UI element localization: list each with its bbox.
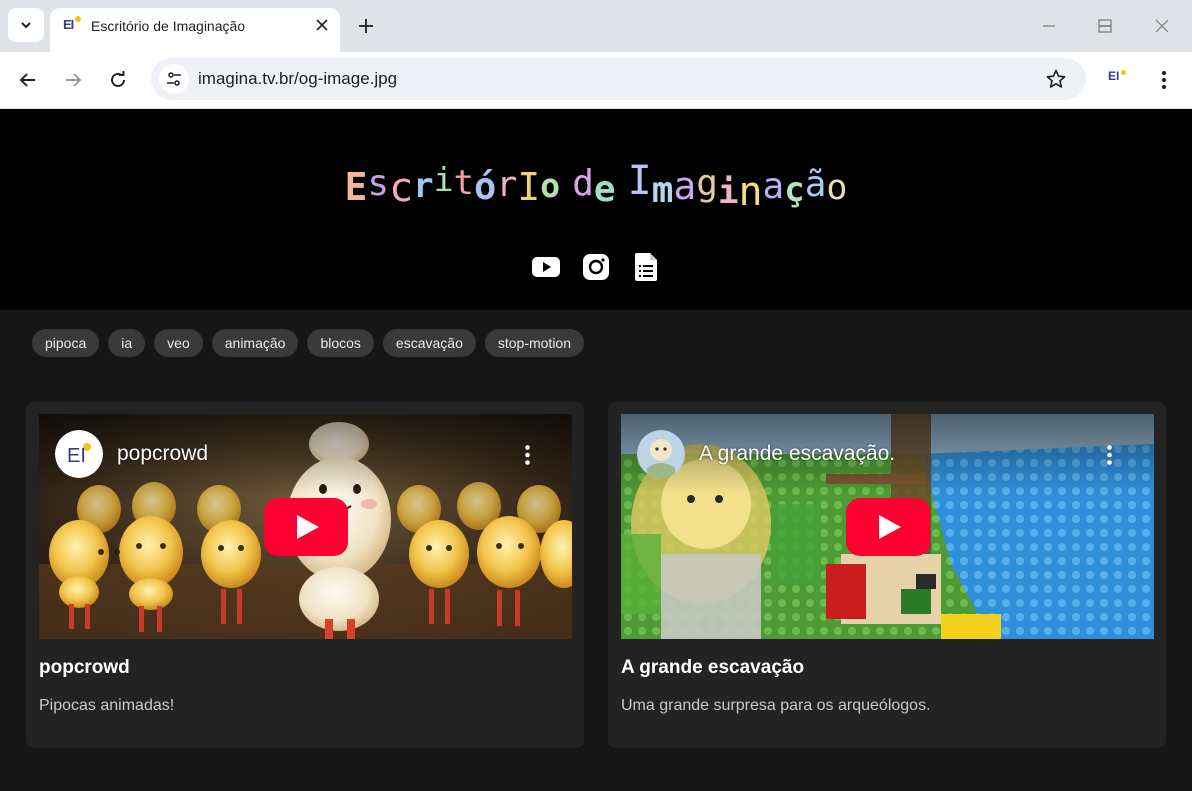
tag-chip[interactable]: stop-motion <box>484 329 585 357</box>
window-close-button[interactable] <box>1150 14 1174 38</box>
logo-letter: r <box>413 166 434 206</box>
logo-letter: ó <box>474 165 497 208</box>
tag-chip[interactable]: ia <box>108 329 146 357</box>
card-description: Pipocas animadas! <box>39 697 175 714</box>
channel-avatar[interactable] <box>637 430 685 478</box>
social-links <box>0 252 1192 282</box>
tune-icon <box>167 72 181 86</box>
card-title[interactable]: popcrowd <box>39 657 130 679</box>
arrow-right-icon <box>66 73 82 87</box>
arrow-left-icon <box>19 73 35 87</box>
bookmark-button[interactable] <box>1044 67 1068 91</box>
chevron-down-icon <box>21 22 31 29</box>
logo-letter: i <box>433 160 454 199</box>
card-title[interactable]: A grande escavação <box>621 657 804 679</box>
close-icon <box>316 19 328 31</box>
channel-avatar-text: EI <box>67 445 86 467</box>
tab-title: Escritório de Imaginação <box>91 18 246 34</box>
logo-letter: a <box>762 166 785 207</box>
minimize-button-alt[interactable] <box>1037 14 1061 38</box>
tag-chip[interactable]: veo <box>154 329 203 357</box>
address-bar[interactable]: imagina.tv.br/og-image.jpg <box>151 58 1086 100</box>
logo-letter: i <box>717 172 739 212</box>
favicon-text: EI <box>63 17 74 32</box>
browser-tab[interactable]: EI Escritório de Imaginação <box>50 8 340 52</box>
logo-letter: I <box>627 158 652 204</box>
instagram-link[interactable] <box>581 252 611 282</box>
page-content: EscritórIo de Imaginação pipoca ia veo anim… <box>0 109 1192 791</box>
tag-chip[interactable]: pipoca <box>32 329 100 357</box>
play-button[interactable] <box>264 498 348 556</box>
back-button[interactable] <box>14 66 42 94</box>
logo-letter: t <box>453 163 475 203</box>
logo-letter: n <box>738 169 763 215</box>
logo-letter: o <box>826 168 848 208</box>
tag-chip[interactable]: blocos <box>307 329 374 357</box>
tab-strip: EI Escritório de Imaginação <box>0 0 1192 52</box>
youtube-icon <box>532 257 560 277</box>
site-info-button[interactable] <box>159 64 189 94</box>
video-card-a-grande-escavacao[interactable]: A grande escavação. A grande escavação U… <box>608 402 1166 748</box>
video-title[interactable]: A grande escavação. <box>699 442 895 466</box>
video-title[interactable]: popcrowd <box>117 442 208 466</box>
kebab-menu-icon <box>524 445 530 465</box>
video-card-popcrowd[interactable]: EI popcrowd popcrowd Pipocas animadas! <box>26 402 584 748</box>
logo-letter: I <box>517 165 541 209</box>
extension-button[interactable]: EI <box>1108 69 1130 91</box>
new-tab-button[interactable] <box>354 14 378 38</box>
browser-toolbar: imagina.tv.br/og-image.jpg EI <box>0 52 1192 109</box>
site-logo[interactable]: EscritórIo de Imaginação <box>0 158 1192 215</box>
tab-favicon: EI <box>63 16 81 35</box>
logo-letter: ç <box>784 170 805 210</box>
logo-letter: e <box>593 169 616 210</box>
logo-letter <box>616 178 628 202</box>
tab-close-button[interactable] <box>312 15 332 35</box>
maximize-button[interactable] <box>1093 14 1117 38</box>
logo-letter: m <box>651 170 674 211</box>
tab-search-button[interactable] <box>8 8 44 42</box>
minimize-icon <box>1043 25 1055 27</box>
logo-letter: s <box>367 163 390 204</box>
logo-letter <box>560 178 572 202</box>
video-player[interactable]: A grande escavação. <box>621 414 1154 639</box>
forward-button[interactable] <box>59 66 87 94</box>
video-player[interactable]: EI popcrowd <box>39 414 572 639</box>
video-more-button[interactable] <box>517 442 537 468</box>
logo-letter: g <box>696 163 718 204</box>
logo-letter: ã <box>804 164 827 205</box>
reload-button[interactable] <box>104 66 132 94</box>
logo-letter: c <box>389 165 414 211</box>
maximize-icon <box>1098 19 1112 33</box>
close-icon <box>1155 19 1169 33</box>
kebab-menu-icon <box>1162 71 1166 89</box>
tag-chip[interactable]: animação <box>211 329 299 357</box>
extension-text: EI <box>1108 69 1120 83</box>
site-header: EscritórIo de Imaginação <box>0 109 1192 310</box>
logo-letter: o <box>540 166 561 205</box>
browser-menu-button[interactable] <box>1152 66 1176 94</box>
channel-avatar[interactable]: EI <box>55 430 103 478</box>
url-text: imagina.tv.br/og-image.jpg <box>198 69 398 88</box>
card-description: Uma grande surpresa para os arqueólogos. <box>621 697 931 714</box>
document-link[interactable] <box>631 252 661 282</box>
logo-letter: E <box>344 165 368 209</box>
reload-icon <box>111 71 125 87</box>
tag-chip[interactable]: escavação <box>382 329 476 357</box>
video-more-button[interactable] <box>1099 442 1119 468</box>
logo-letter: r <box>496 165 518 205</box>
tag-filter-bar: pipoca ia veo animação blocos escavação stop-m… <box>32 329 593 357</box>
instagram-icon <box>583 254 609 280</box>
document-icon <box>635 253 657 281</box>
kebab-menu-icon <box>1106 445 1112 465</box>
plus-icon <box>359 19 373 33</box>
browser-chrome: EI Escritório de Imaginação imagina.tv.b… <box>0 0 1192 109</box>
youtube-link[interactable] <box>531 252 561 282</box>
play-button[interactable] <box>846 498 930 556</box>
logo-letter: d <box>572 163 594 204</box>
star-icon <box>1046 69 1066 88</box>
logo-letter: a <box>673 164 697 208</box>
